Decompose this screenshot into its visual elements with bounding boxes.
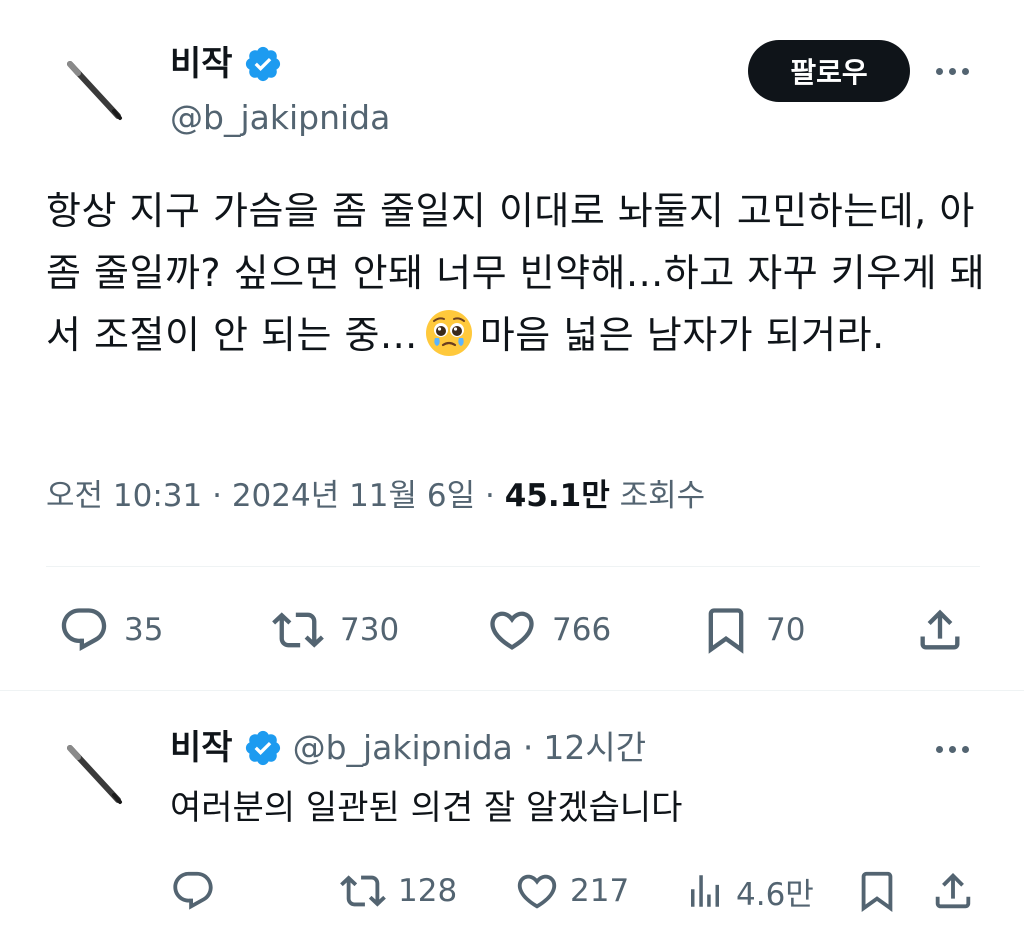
reply-button[interactable]: 35 — [58, 604, 163, 656]
heart-icon — [490, 611, 534, 650]
reply-author-name[interactable]: 비작 — [170, 728, 233, 768]
share-icon — [920, 609, 960, 650]
share-icon — [935, 872, 971, 909]
bookmark-icon — [708, 608, 744, 654]
reply-bookmark-button[interactable] — [854, 868, 900, 914]
meta-separator: · — [485, 478, 505, 514]
author-handle[interactable]: @b_jakipnida — [170, 98, 390, 138]
reply-like-button[interactable]: 217 — [514, 868, 629, 914]
tweet-text-part-2: 마음 넓은 남자가 되거라. — [479, 313, 885, 357]
pleading-face-emoji-icon — [425, 310, 472, 356]
reply-icon — [173, 871, 213, 910]
meta-separator: · — [212, 478, 232, 514]
tweet-time[interactable]: 오전 10:31 — [46, 478, 202, 514]
reply-retweet-button[interactable]: 128 — [338, 868, 457, 914]
retweet-icon — [272, 612, 324, 648]
reply-share-button[interactable] — [930, 868, 976, 914]
like-count: 766 — [552, 612, 612, 648]
verified-badge-icon — [245, 730, 280, 766]
views-count: 45.1만 — [504, 478, 610, 514]
divider — [0, 690, 1024, 691]
retweet-icon — [340, 875, 386, 907]
reply-text: 여러분의 일관된 의견 잘 알겠습니다 — [170, 788, 683, 828]
reply-views-count: 4.6만 — [736, 876, 814, 913]
bookmark-icon — [861, 871, 893, 912]
tweet-date[interactable]: 2024년 11월 6일 — [232, 478, 475, 514]
views-label: 조회수 — [619, 478, 706, 514]
bookmark-count: 70 — [766, 612, 806, 648]
author-name[interactable]: 비작 — [170, 44, 233, 84]
bookmark-button[interactable]: 70 — [700, 604, 805, 656]
reply-author-handle[interactable]: @b_jakipnida — [293, 728, 513, 768]
pen-avatar-image — [44, 38, 148, 142]
divider — [46, 566, 980, 567]
header-separator: · — [522, 728, 534, 767]
pen-avatar-image — [44, 722, 148, 826]
verified-badge-icon — [245, 46, 280, 82]
reply-like-count: 217 — [570, 873, 630, 909]
reply-header: 비작 @b_jakipnida · 12시간 — [170, 728, 646, 768]
reply-views-button[interactable]: 4.6만 — [684, 868, 814, 914]
more-dots-icon[interactable] — [936, 746, 969, 753]
reply-reply-button[interactable] — [170, 868, 216, 914]
reply-author-avatar[interactable] — [44, 722, 148, 826]
retweet-button[interactable]: 730 — [270, 604, 399, 656]
reply-count: 35 — [124, 612, 164, 648]
follow-button[interactable]: 팔로우 — [748, 40, 910, 102]
reply-time[interactable]: 12시간 — [543, 728, 646, 768]
tweet-text: 항상 지구 가슴을 좀 줄일지 이대로 놔둘지 고민하는데, 아 좀 줄일까? … — [46, 180, 986, 366]
author-avatar[interactable] — [44, 38, 148, 142]
like-button[interactable]: 766 — [486, 604, 611, 656]
retweet-count: 730 — [340, 612, 400, 648]
heart-icon — [517, 874, 557, 909]
reply-icon — [61, 608, 107, 652]
more-dots-icon[interactable] — [936, 68, 969, 75]
tweet-meta: 오전 10:31 · 2024년 11월 6일 · 45.1만 조회수 — [46, 474, 705, 518]
reply-retweet-count: 128 — [398, 873, 458, 909]
share-button[interactable] — [914, 604, 966, 656]
views-bar-chart-icon — [691, 875, 719, 907]
author-name-row[interactable]: 비작 — [170, 44, 283, 84]
